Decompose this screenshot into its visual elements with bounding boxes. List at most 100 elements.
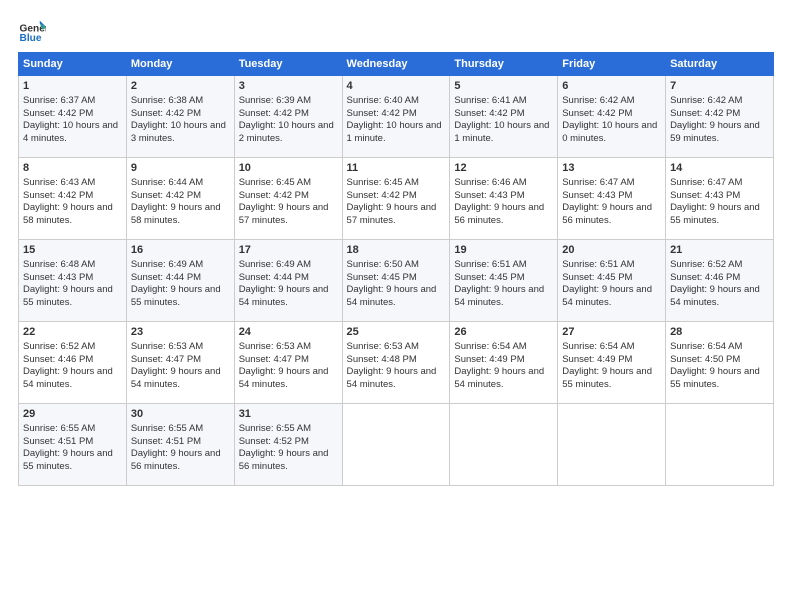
daylight: Daylight: 9 hours and 55 minutes. bbox=[131, 284, 221, 308]
sunset: Sunset: 4:44 PM bbox=[239, 272, 309, 283]
daylight: Daylight: 9 hours and 54 minutes. bbox=[23, 366, 113, 390]
sunset: Sunset: 4:51 PM bbox=[23, 436, 93, 447]
daylight: Daylight: 9 hours and 54 minutes. bbox=[454, 284, 544, 308]
day-cell: 29Sunrise: 6:55 AM Sunset: 4:51 PMDayligh… bbox=[19, 404, 127, 486]
day-cell: 12Sunrise: 6:46 AMSunset: 4:43 PMDayligh… bbox=[450, 158, 558, 240]
day-header-tuesday: Tuesday bbox=[234, 53, 342, 76]
week-row-2: 8Sunrise: 6:43 AMSunset: 4:42 PMDaylight… bbox=[19, 158, 774, 240]
daylight: Daylight: 9 hours and 54 minutes. bbox=[131, 366, 221, 390]
sunrise: Sunrise: 6:55 AM bbox=[23, 423, 95, 434]
daylight: Daylight: 9 hours and 55 minutes. bbox=[23, 448, 113, 472]
day-cell: 6Sunrise: 6:42 AMSunset: 4:42 PMDaylight… bbox=[558, 76, 666, 158]
sunset: Sunset: 4:47 PM bbox=[131, 354, 201, 365]
day-header-saturday: Saturday bbox=[666, 53, 774, 76]
day-cell: 11Sunrise: 6:45 AM Sunset: 4:42 PMDayligh… bbox=[342, 158, 450, 240]
logo: General Blue bbox=[18, 16, 52, 44]
sunrise: Sunrise: 6:38 AM bbox=[131, 95, 203, 106]
day-cell: 9Sunrise: 6:44 AMSunset: 4:42 PMDaylight… bbox=[126, 158, 234, 240]
sunrise: Sunrise: 6:51 AM bbox=[562, 259, 634, 270]
daylight: Daylight: 9 hours and 58 minutes. bbox=[23, 202, 113, 226]
sunrise: Sunrise: 6:54 AM bbox=[562, 341, 634, 352]
day-number: 28 bbox=[670, 325, 769, 340]
daylight: Daylight: 9 hours and 54 minutes. bbox=[347, 366, 437, 390]
sunrise: Sunrise: 6:42 AM bbox=[670, 95, 742, 106]
sunrise: Sunrise: 6:55 AM bbox=[239, 423, 311, 434]
sunrise: Sunrise: 6:55 AM bbox=[131, 423, 203, 434]
day-cell: 24Sunrise: 6:53 AMSunset: 4:47 PMDayligh… bbox=[234, 322, 342, 404]
day-cell: 31Sunrise: 6:55 AMSunset: 4:52 PMDayligh… bbox=[234, 404, 342, 486]
day-cell: 30Sunrise: 6:55 AMSunset: 4:51 PMDayligh… bbox=[126, 404, 234, 486]
day-cell: 3Sunrise: 6:39 AMSunset: 4:42 PMDaylight… bbox=[234, 76, 342, 158]
day-cell: 28Sunrise: 6:54 AMSunset: 4:50 PMDayligh… bbox=[666, 322, 774, 404]
sunset: Sunset: 4:42 PM bbox=[347, 190, 417, 201]
day-number: 25 bbox=[347, 325, 446, 340]
daylight: Daylight: 9 hours and 55 minutes. bbox=[670, 366, 760, 390]
calendar-table: SundayMondayTuesdayWednesdayThursdayFrid… bbox=[18, 52, 774, 486]
logo-icon: General Blue bbox=[18, 16, 46, 44]
calendar-header: SundayMondayTuesdayWednesdayThursdayFrid… bbox=[19, 53, 774, 76]
sunrise: Sunrise: 6:44 AM bbox=[131, 177, 203, 188]
day-number: 26 bbox=[454, 325, 553, 340]
day-number: 3 bbox=[239, 79, 338, 94]
day-cell: 17Sunrise: 6:49 AMSunset: 4:44 PMDayligh… bbox=[234, 240, 342, 322]
daylight: Daylight: 9 hours and 54 minutes. bbox=[670, 284, 760, 308]
daylight: Daylight: 9 hours and 57 minutes. bbox=[347, 202, 437, 226]
sunset: Sunset: 4:49 PM bbox=[454, 354, 524, 365]
day-cell: 15Sunrise: 6:48 AMSunset: 4:43 PMDayligh… bbox=[19, 240, 127, 322]
daylight: Daylight: 10 hours and 2 minutes. bbox=[239, 120, 334, 144]
sunrise: Sunrise: 6:54 AM bbox=[670, 341, 742, 352]
day-cell: 26Sunrise: 6:54 AMSunset: 4:49 PMDayligh… bbox=[450, 322, 558, 404]
day-number: 9 bbox=[131, 161, 230, 176]
sunset: Sunset: 4:51 PM bbox=[131, 436, 201, 447]
sunrise: Sunrise: 6:52 AM bbox=[670, 259, 742, 270]
sunset: Sunset: 4:42 PM bbox=[239, 108, 309, 119]
sunset: Sunset: 4:42 PM bbox=[562, 108, 632, 119]
day-header-monday: Monday bbox=[126, 53, 234, 76]
day-number: 20 bbox=[562, 243, 661, 258]
sunset: Sunset: 4:42 PM bbox=[670, 108, 740, 119]
day-number: 21 bbox=[670, 243, 769, 258]
day-number: 29 bbox=[23, 407, 122, 422]
day-number: 1 bbox=[23, 79, 122, 94]
day-cell: 7Sunrise: 6:42 AMSunset: 4:42 PMDaylight… bbox=[666, 76, 774, 158]
sunrise: Sunrise: 6:53 AM bbox=[131, 341, 203, 352]
sunrise: Sunrise: 6:45 AM bbox=[347, 177, 419, 188]
sunrise: Sunrise: 6:51 AM bbox=[454, 259, 526, 270]
daylight: Daylight: 10 hours and 3 minutes. bbox=[131, 120, 226, 144]
daylight: Daylight: 9 hours and 57 minutes. bbox=[239, 202, 329, 226]
daylight: Daylight: 9 hours and 56 minutes. bbox=[131, 448, 221, 472]
sunset: Sunset: 4:42 PM bbox=[347, 108, 417, 119]
daylight: Daylight: 9 hours and 54 minutes. bbox=[239, 366, 329, 390]
sunset: Sunset: 4:43 PM bbox=[23, 272, 93, 283]
day-header-wednesday: Wednesday bbox=[342, 53, 450, 76]
sunrise: Sunrise: 6:47 AM bbox=[562, 177, 634, 188]
daylight: Daylight: 9 hours and 54 minutes. bbox=[347, 284, 437, 308]
sunrise: Sunrise: 6:48 AM bbox=[23, 259, 95, 270]
page: General Blue SundayMondayTuesdayWednesda… bbox=[0, 0, 792, 612]
day-number: 22 bbox=[23, 325, 122, 340]
sunrise: Sunrise: 6:49 AM bbox=[239, 259, 311, 270]
day-cell: 20Sunrise: 6:51 AMSunset: 4:45 PMDayligh… bbox=[558, 240, 666, 322]
sunset: Sunset: 4:42 PM bbox=[131, 190, 201, 201]
day-number: 2 bbox=[131, 79, 230, 94]
day-number: 5 bbox=[454, 79, 553, 94]
sunrise: Sunrise: 6:53 AM bbox=[347, 341, 419, 352]
week-row-3: 15Sunrise: 6:48 AMSunset: 4:43 PMDayligh… bbox=[19, 240, 774, 322]
sunset: Sunset: 4:43 PM bbox=[562, 190, 632, 201]
day-cell: 18Sunrise: 6:50 AMSunset: 4:45 PMDayligh… bbox=[342, 240, 450, 322]
day-number: 12 bbox=[454, 161, 553, 176]
daylight: Daylight: 10 hours and 1 minute. bbox=[454, 120, 549, 144]
day-cell: 19Sunrise: 6:51 AMSunset: 4:45 PMDayligh… bbox=[450, 240, 558, 322]
day-number: 11 bbox=[347, 161, 446, 176]
week-row-1: 1Sunrise: 6:37 AMSunset: 4:42 PMDaylight… bbox=[19, 76, 774, 158]
sunrise: Sunrise: 6:43 AM bbox=[23, 177, 95, 188]
sunset: Sunset: 4:52 PM bbox=[239, 436, 309, 447]
sunrise: Sunrise: 6:45 AM bbox=[239, 177, 311, 188]
sunrise: Sunrise: 6:54 AM bbox=[454, 341, 526, 352]
sunset: Sunset: 4:46 PM bbox=[23, 354, 93, 365]
sunrise: Sunrise: 6:47 AM bbox=[670, 177, 742, 188]
sunset: Sunset: 4:45 PM bbox=[562, 272, 632, 283]
day-number: 31 bbox=[239, 407, 338, 422]
daylight: Daylight: 9 hours and 56 minutes. bbox=[454, 202, 544, 226]
sunset: Sunset: 4:45 PM bbox=[347, 272, 417, 283]
